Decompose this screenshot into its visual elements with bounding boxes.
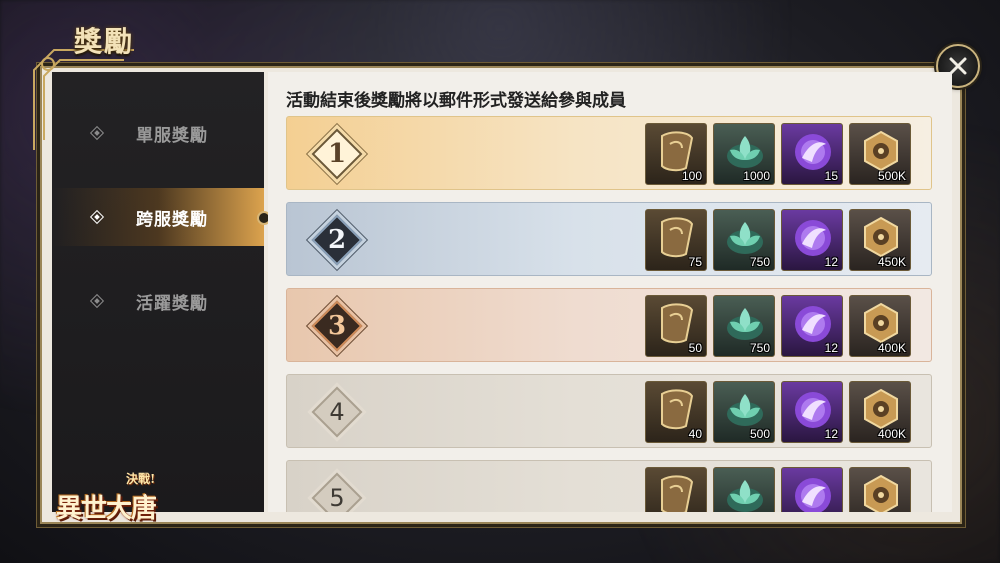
orb-icon [788,386,838,432]
rank-number: 4 [329,398,345,426]
reward-items: 40 500 12 400K [645,381,911,443]
sidebar-item-label: 單服獎勵 [136,125,208,146]
reward-items: 100 1000 15 500K [645,123,911,185]
orb-icon [788,128,838,174]
reward-row-rank-1: 1 100 1000 15 500K [286,116,932,190]
item-quantity: 12 [824,427,838,441]
lotus-icon [720,214,770,260]
item-quantity: 75 [688,255,702,269]
item-quantity: 100 [681,169,702,183]
reward-row-rank-3: 3 50 750 12 400K [286,288,932,362]
lotus-icon [720,386,770,432]
logo-title: 異世大唐 [56,494,157,524]
reward-item[interactable]: 500K [849,123,911,185]
sidebar: 單服獎勵 跨服獎勵 活躍獎勵 [52,72,264,512]
reward-items: 75 750 12 450K [645,209,911,271]
frag-icon [652,472,702,512]
rank-badge: 4 [311,386,363,438]
item-quantity: 400K [877,427,906,441]
sidebar-item-label: 跨服獎勵 [136,209,208,230]
rank-number: 2 [327,225,347,255]
lotus-icon [720,472,770,512]
reward-item[interactable]: 750 [713,295,775,357]
reward-item[interactable]: 40 [645,381,707,443]
lotus-icon [720,128,770,174]
gear-icon [856,472,906,512]
reward-item[interactable]: 50 [645,295,707,357]
rank-badge: 2 [311,214,363,266]
logo-subtitle: 決戰! [126,472,156,486]
rank-badge: 1 [311,128,363,180]
reward-item[interactable]: 100 [645,123,707,185]
item-quantity: 15 [824,169,838,183]
reward-row-rank-2: 2 75 750 12 450K [286,202,932,276]
rank-badge: 5 [311,472,363,512]
reward-row-rank-5: 5 [286,460,932,512]
lotus-icon [720,300,770,346]
rank-number: 5 [329,484,345,512]
gear-icon [856,214,906,260]
reward-item[interactable]: 500 [713,381,775,443]
item-quantity: 12 [824,341,838,355]
item-quantity: 40 [688,427,702,441]
frag-icon [652,300,702,346]
rank-number: 3 [327,311,347,341]
orb-icon [788,472,838,512]
frag-icon [652,386,702,432]
reward-list-panel[interactable]: 活動結束後獎勵將以郵件形式發送給參與成員 1 100 1000 15 500K 2 75 75… [268,72,952,512]
sidebar-item-single-server-reward[interactable]: 單服獎勵 [52,104,264,162]
reward-items [645,467,911,512]
item-quantity: 500K [877,169,906,183]
item-quantity: 750 [749,255,770,269]
frag-icon [652,128,702,174]
reward-item[interactable] [713,467,775,512]
sidebar-item-label: 活躍獎勵 [136,293,208,314]
item-quantity: 1000 [743,169,770,183]
item-quantity: 400K [877,341,906,355]
game-logo: 決戰! 異世大唐 [48,458,188,528]
item-quantity: 450K [877,255,906,269]
reward-item[interactable]: 400K [849,295,911,357]
reward-item[interactable] [849,467,911,512]
sidebar-item-activity-reward[interactable]: 活躍獎勵 [52,272,264,330]
orb-icon [788,300,838,346]
gear-icon [856,300,906,346]
item-quantity: 50 [688,341,702,355]
reward-item[interactable]: 400K [849,381,911,443]
item-quantity: 750 [749,341,770,355]
rank-number: 1 [327,139,347,169]
rank-badge: 3 [311,300,363,352]
gear-icon [856,386,906,432]
reward-item[interactable]: 12 [781,209,843,271]
item-quantity: 500 [749,427,770,441]
gear-icon [856,128,906,174]
reward-row-rank-4: 4 40 500 12 400K [286,374,932,448]
diamond-bullet-icon [89,125,105,141]
reward-item[interactable] [781,467,843,512]
reward-item[interactable]: 450K [849,209,911,271]
frag-icon [652,214,702,260]
reward-item[interactable]: 12 [781,295,843,357]
page-title: 獎勵 [74,25,135,58]
diamond-bullet-icon [89,293,105,309]
reward-item[interactable]: 750 [713,209,775,271]
reward-item[interactable]: 75 [645,209,707,271]
reward-item[interactable]: 15 [781,123,843,185]
diamond-bullet-icon [89,209,105,225]
reward-item[interactable] [645,467,707,512]
reward-item[interactable]: 12 [781,381,843,443]
item-quantity: 12 [824,255,838,269]
reward-notice: 活動結束後獎勵將以郵件形式發送給參與成員 [286,91,626,111]
reward-item[interactable]: 1000 [713,123,775,185]
sidebar-item-cross-server-reward[interactable]: 跨服獎勵 [52,188,264,246]
reward-items: 50 750 12 400K [645,295,911,357]
orb-icon [788,214,838,260]
